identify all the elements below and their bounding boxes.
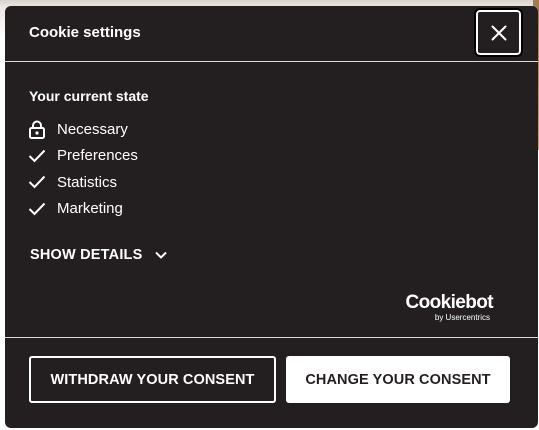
checkmark-icon [27, 172, 47, 192]
checkmark-icon [27, 199, 47, 219]
cookiebot-logo[interactable]: Cookiebot by Usercentrics [401, 292, 494, 323]
state-item-label: Marketing [57, 200, 123, 218]
close-button[interactable] [474, 8, 523, 57]
logo-name: Cookiebot [405, 292, 494, 313]
state-item-marketing: Marketing [27, 196, 138, 223]
close-icon [491, 25, 506, 40]
state-item-label: Preferences [57, 147, 138, 165]
state-item-preferences: Preferences [27, 143, 138, 170]
consent-state-list: Necessary Preferences Statistics Marketi… [27, 116, 138, 222]
checkmark-icon [27, 146, 47, 166]
logo-subtitle: by Usercentrics [434, 313, 490, 322]
show-details-button[interactable]: SHOW DETAILS [30, 247, 167, 263]
show-details-label: SHOW DETAILS [30, 247, 143, 263]
state-item-statistics: Statistics [27, 169, 138, 196]
withdraw-consent-button[interactable]: WITHDRAW YOUR CONSENT [29, 356, 276, 403]
dialog-title: Cookie settings [29, 24, 141, 41]
change-consent-button[interactable]: CHANGE YOUR CONSENT [286, 356, 510, 403]
dialog-footer: WITHDRAW YOUR CONSENT CHANGE YOUR CONSEN… [5, 337, 538, 429]
dialog-header: Cookie settings [5, 6, 538, 62]
chevron-down-icon [154, 251, 167, 259]
cookie-settings-dialog: Cookie settings Your current state Neces… [5, 6, 538, 428]
state-item-label: Necessary [57, 120, 128, 138]
state-item-necessary: Necessary [27, 116, 138, 143]
current-state-heading: Your current state [29, 88, 149, 104]
state-item-label: Statistics [57, 173, 118, 191]
lock-icon [27, 119, 47, 139]
